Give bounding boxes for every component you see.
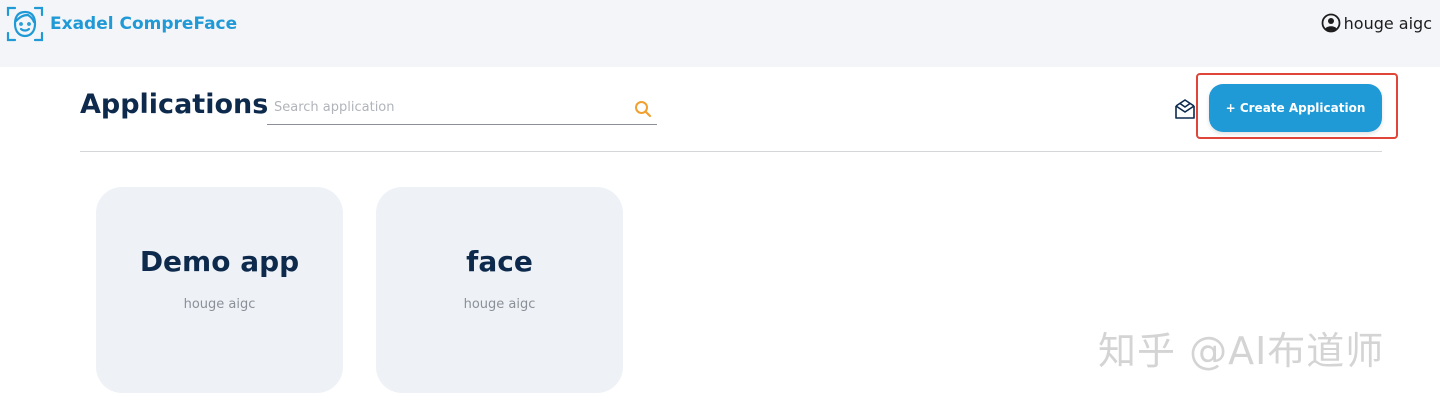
page-title: Applications: [80, 89, 269, 120]
application-owner: houge aigc: [463, 297, 536, 312]
application-card[interactable]: Demo app houge aigc: [96, 187, 343, 393]
user-name: houge aigc: [1343, 13, 1432, 33]
user-menu[interactable]: houge aigc: [1321, 13, 1432, 33]
search-input[interactable]: [267, 94, 617, 120]
face-scan-logo-icon: [6, 6, 44, 42]
app-name: Exadel CompreFace: [50, 14, 238, 34]
application-name: Demo app: [139, 245, 300, 278]
header-divider: [80, 151, 1382, 152]
user-circle-icon: [1321, 13, 1341, 33]
application-owner: houge aigc: [183, 297, 256, 312]
application-name: face: [466, 245, 533, 278]
app-logo[interactable]: Exadel CompreFace: [6, 5, 237, 43]
top-header: Exadel CompreFace houge aigc: [0, 0, 1440, 67]
application-card[interactable]: face houge aigc: [376, 187, 623, 393]
watermark: 知乎 @AI布道师: [1098, 329, 1385, 373]
search-field[interactable]: [267, 92, 657, 125]
open-box-icon[interactable]: [1173, 97, 1197, 121]
create-application-button[interactable]: + Create Application: [1209, 84, 1382, 132]
search-icon[interactable]: [634, 100, 652, 118]
